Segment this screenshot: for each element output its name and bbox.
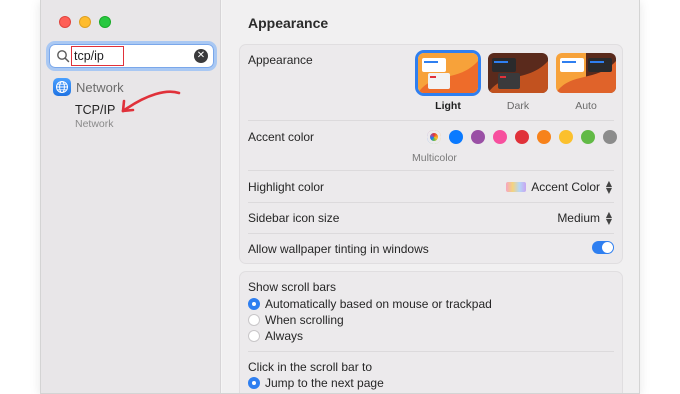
main-panel: Appearance Appearance Light Dark Auto Ac…: [222, 0, 639, 393]
accent-blue-swatch[interactable]: [449, 130, 463, 144]
show-scroll-bars-label: Show scroll bars: [248, 280, 337, 294]
annotation-arrow-icon: [121, 90, 181, 113]
highlight-color-label: Highlight color: [248, 180, 325, 194]
globe-icon: [53, 78, 71, 96]
accent-pink-swatch[interactable]: [493, 130, 507, 144]
accent-yellow-swatch[interactable]: [559, 130, 573, 144]
divider: [248, 120, 614, 121]
divider: [248, 202, 614, 203]
search-result-item-tcp-ip[interactable]: TCP/IP Network: [75, 103, 115, 130]
radio-label: Automatically based on mouse or trackpad: [265, 297, 492, 311]
radio-button[interactable]: [248, 330, 260, 342]
scroll-bars-option-when-scrolling[interactable]: When scrolling: [248, 313, 344, 327]
chevron-up-down-icon: ▲ ▼: [605, 210, 613, 226]
appearance-light-label: Light: [435, 100, 461, 112]
divider: [248, 351, 614, 352]
search-result-title: TCP/IP: [75, 103, 116, 117]
accent-orange-swatch[interactable]: [537, 130, 551, 144]
close-window-button[interactable]: [59, 16, 71, 28]
accent-purple-swatch[interactable]: [471, 130, 485, 144]
appearance-auto-label: Auto: [575, 100, 597, 112]
appearance-auto-option[interactable]: [556, 53, 616, 93]
accent-red-swatch[interactable]: [515, 130, 529, 144]
appearance-settings-group: Appearance Light Dark Auto Accent color …: [239, 44, 623, 264]
radio-button[interactable]: [248, 314, 260, 326]
sidebar-icon-size-select[interactable]: Medium ▲ ▼: [557, 210, 614, 226]
radio-button[interactable]: [248, 298, 260, 310]
accent-color-label: Accent color: [248, 130, 315, 144]
search-input[interactable]: tcp/ip: [71, 46, 124, 66]
system-settings-window: tcp/ip ✕ Network TCP/IP Network Appearan…: [40, 0, 640, 394]
divider: [248, 170, 614, 171]
radio-label: Jump to the next page: [265, 376, 384, 390]
accent-green-swatch[interactable]: [581, 130, 595, 144]
sidebar-icon-size-value: Medium: [557, 211, 600, 225]
click-scroll-bar-label: Click in the scroll bar to: [248, 360, 373, 374]
appearance-row-label: Appearance: [248, 53, 313, 67]
toggle-knob: [602, 242, 613, 253]
click-scroll-option-next-page[interactable]: Jump to the next page: [248, 376, 384, 390]
search-result-subtitle: Network: [75, 118, 114, 130]
radio-button[interactable]: [248, 377, 260, 389]
highlight-color-value: Accent Color: [531, 180, 600, 194]
radio-label: Always: [265, 329, 304, 343]
accent-multicolor-swatch[interactable]: [427, 130, 441, 144]
accent-selected-label: Multicolor: [412, 152, 457, 164]
window-controls: [59, 16, 111, 28]
highlight-color-select[interactable]: Accent Color ▲ ▼: [506, 179, 614, 195]
sidebar-icon-size-label: Sidebar icon size: [248, 211, 340, 225]
accent-graphite-swatch[interactable]: [603, 130, 617, 144]
search-icon: [57, 50, 70, 63]
chevron-up-down-icon: ▲ ▼: [605, 179, 613, 195]
radio-label: When scrolling: [265, 313, 344, 327]
sidebar: tcp/ip ✕ Network TCP/IP Network: [41, 0, 221, 393]
page-title: Appearance: [248, 15, 329, 31]
search-field[interactable]: tcp/ip ✕: [49, 44, 214, 68]
appearance-dark-label: Dark: [506, 100, 530, 112]
wallpaper-tinting-toggle[interactable]: [592, 241, 614, 254]
minimize-window-button[interactable]: [79, 16, 91, 28]
accent-color-swatches: [427, 130, 617, 144]
clear-search-icon[interactable]: ✕: [194, 49, 208, 63]
search-result-section[interactable]: Network: [53, 78, 124, 96]
wallpaper-tinting-label: Allow wallpaper tinting in windows: [248, 242, 429, 256]
scroll-bars-option-always[interactable]: Always: [248, 329, 303, 343]
scroll-bars-option-automatic[interactable]: Automatically based on mouse or trackpad: [248, 297, 492, 311]
zoom-window-button[interactable]: [99, 16, 111, 28]
appearance-dark-option[interactable]: [488, 53, 548, 93]
highlight-color-swatch: [506, 182, 527, 192]
scroll-settings-group: Show scroll bars Automatically based on …: [239, 271, 623, 393]
appearance-light-option[interactable]: [418, 53, 478, 93]
divider: [248, 233, 614, 234]
